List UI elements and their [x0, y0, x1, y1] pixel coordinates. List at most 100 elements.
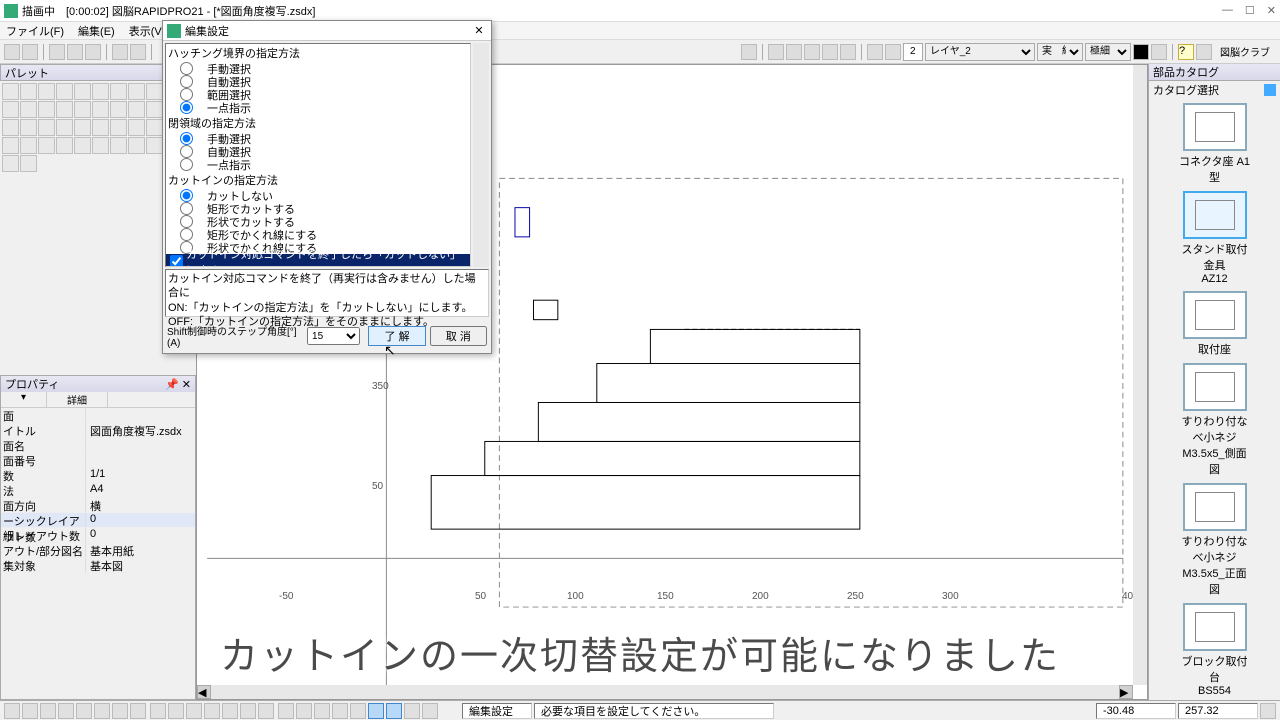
tool-37[interactable] [2, 155, 19, 172]
tool-23[interactable] [74, 119, 91, 136]
catalog-item[interactable]: スタンド取付金具AZ12 [1179, 191, 1251, 285]
tool-33[interactable] [92, 137, 109, 154]
pin-icon[interactable]: 📌 ✕ [165, 378, 191, 391]
tool-28[interactable] [2, 137, 19, 154]
opt-g1-3[interactable]: 一点指示 [166, 101, 470, 114]
tb-snap4[interactable] [822, 44, 838, 60]
sb-23[interactable] [404, 703, 420, 719]
tool-7[interactable] [110, 83, 127, 100]
ok-button[interactable]: 了 解 [368, 326, 425, 346]
sb-22[interactable] [386, 703, 402, 719]
prop-row[interactable]: ーシックレイアウト数0 [1, 513, 195, 528]
sb-4[interactable] [58, 703, 74, 719]
sb-3[interactable] [40, 703, 56, 719]
sb-17[interactable] [296, 703, 312, 719]
menu-file[interactable]: ファイル(F) [6, 23, 64, 39]
tool-18[interactable] [146, 101, 163, 118]
tool-22[interactable] [56, 119, 73, 136]
tool-4[interactable] [56, 83, 73, 100]
sb-14[interactable] [240, 703, 256, 719]
sb-8[interactable] [130, 703, 146, 719]
sb-11[interactable] [186, 703, 202, 719]
tool-36[interactable] [146, 137, 163, 154]
tb-layer-icon[interactable] [885, 44, 901, 60]
tool-35[interactable] [128, 137, 145, 154]
close-icon[interactable]: ✕ [1267, 4, 1276, 17]
prop-row[interactable]: 面 [1, 408, 195, 423]
sb-7[interactable] [112, 703, 128, 719]
sb-12[interactable] [204, 703, 220, 719]
check-cutin-reset[interactable]: カットイン対応コマンドを終了したら「カットしない」にする [166, 254, 470, 267]
layer-select[interactable]: レイヤ_2 [925, 43, 1035, 61]
tab-detail[interactable]: 詳細 [47, 392, 108, 407]
tool-38[interactable] [20, 155, 37, 172]
tool-5[interactable] [74, 83, 91, 100]
tab-blank[interactable]: ▾ [1, 392, 47, 407]
tool-27[interactable] [146, 119, 163, 136]
catalog-selector[interactable]: カタログ選択 [1149, 81, 1280, 99]
menu-view[interactable]: 表示(V) [129, 23, 166, 39]
tool-6[interactable] [92, 83, 109, 100]
prop-row[interactable]: 面番号 [1, 453, 195, 468]
dialog-close-icon[interactable]: ✕ [471, 24, 487, 37]
tool-2[interactable] [20, 83, 37, 100]
sb-16[interactable] [278, 703, 294, 719]
tb-color[interactable] [1133, 44, 1149, 60]
catalog-item[interactable]: すりわり付なべ小ネジM3.5x5_正面図 [1179, 483, 1251, 597]
sb-15[interactable] [258, 703, 274, 719]
sb-9[interactable] [150, 703, 166, 719]
tb-open[interactable] [22, 44, 38, 60]
prop-row[interactable]: 面方向横 [1, 498, 195, 513]
tool-19[interactable] [2, 119, 19, 136]
sb-13[interactable] [222, 703, 238, 719]
tool-26[interactable] [128, 119, 145, 136]
dialog-title-bar[interactable]: 編集設定 ✕ [163, 21, 491, 41]
tb-pen[interactable] [1151, 44, 1167, 60]
tool-9[interactable] [146, 83, 163, 100]
tb-save[interactable] [49, 44, 65, 60]
lineweight-select[interactable]: 極細 [1085, 43, 1131, 61]
sb-5[interactable] [76, 703, 92, 719]
tool-3[interactable] [38, 83, 55, 100]
tb-snap5[interactable] [840, 44, 856, 60]
dialog-options-tree[interactable]: ハッチング境界の指定方法 手動選択 自動選択 範囲選択 一点指示 閉領域の指定方… [165, 43, 471, 267]
sb-19[interactable] [332, 703, 348, 719]
prop-row[interactable]: アウト/部分図名基本用紙 [1, 543, 195, 558]
catalog-item[interactable]: すりわり付なべ小ネジM3.5x5_側面図 [1179, 363, 1251, 477]
menu-edit[interactable]: 編集(E) [78, 23, 115, 39]
tb-saveas[interactable] [67, 44, 83, 60]
tb-snap3[interactable] [804, 44, 820, 60]
catalog-item[interactable]: 取付座 [1179, 291, 1251, 357]
tb-light[interactable] [867, 44, 883, 60]
catalog-color[interactable] [1264, 84, 1276, 96]
sb-18[interactable] [314, 703, 330, 719]
catalog-item[interactable]: コネクタ座 A1型 [1179, 103, 1251, 185]
sb-1[interactable] [4, 703, 20, 719]
help-icon[interactable]: ? [1178, 44, 1194, 60]
tb-print[interactable] [112, 44, 128, 60]
sb-6[interactable] [94, 703, 110, 719]
layer-number[interactable] [903, 43, 923, 61]
sb-2[interactable] [22, 703, 38, 719]
minimize-icon[interactable]: — [1222, 4, 1233, 17]
cancel-button[interactable]: 取 消 [430, 326, 487, 346]
tool-25[interactable] [110, 119, 127, 136]
tb-new[interactable] [4, 44, 20, 60]
sb-24[interactable] [422, 703, 438, 719]
linetype-select[interactable]: 実 線 [1037, 43, 1083, 61]
tb-club-icon[interactable] [1196, 44, 1212, 60]
prop-row[interactable]: 細レイアウト数0 [1, 528, 195, 543]
tool-34[interactable] [110, 137, 127, 154]
tool-16[interactable] [110, 101, 127, 118]
window-controls[interactable]: — ☐ ✕ [1222, 4, 1276, 17]
prop-row[interactable]: 面名 [1, 438, 195, 453]
sb-20[interactable] [350, 703, 366, 719]
tb-zoom[interactable] [741, 44, 757, 60]
sb-10[interactable] [168, 703, 184, 719]
prop-row[interactable]: イトル図面角度複写.zsdx [1, 423, 195, 438]
tool-8[interactable] [128, 83, 145, 100]
tool-12[interactable] [38, 101, 55, 118]
tb-preview[interactable] [130, 44, 146, 60]
prop-row[interactable]: 数1/1 [1, 468, 195, 483]
tool-29[interactable] [20, 137, 37, 154]
